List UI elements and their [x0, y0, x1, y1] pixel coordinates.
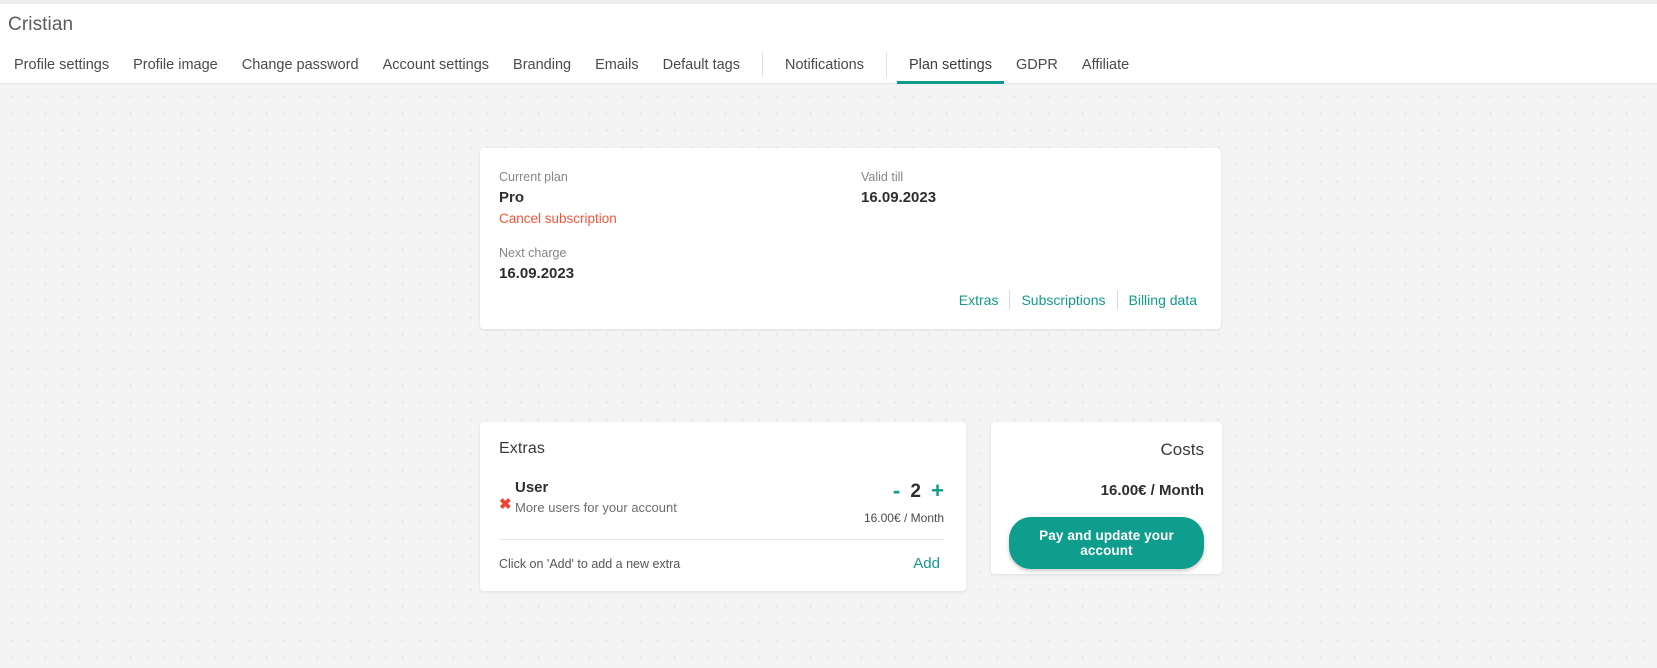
tab-default-tags[interactable]: Default tags — [651, 46, 752, 83]
extra-item-row: ✖ User More users for your account - 2 +… — [499, 478, 944, 525]
next-charge-value: 16.09.2023 — [499, 265, 575, 282]
pay-and-update-button[interactable]: Pay and update your account — [1009, 517, 1204, 569]
extra-item-controls: - 2 + 16.00€ / Month — [863, 478, 944, 526]
extra-item-texts: User More users for your account — [515, 478, 677, 517]
extra-item-description: More users for your account — [515, 500, 677, 515]
plan-actions: Extras Subscriptions Billing data — [959, 290, 1197, 309]
tab-affiliate[interactable]: Affiliate — [1070, 46, 1141, 83]
tabbar-divider-2 — [885, 52, 887, 77]
quantity-value: 2 — [910, 480, 921, 502]
tab-plan-settings[interactable]: Plan settings — [896, 46, 1005, 84]
valid-till-value: 16.09.2023 — [861, 189, 937, 206]
next-charge-block: Next charge 16.09.2023 — [499, 244, 861, 284]
plan-link-extras[interactable]: Extras — [959, 292, 1010, 308]
costs-card-title: Costs — [1160, 440, 1204, 459]
tab-account-settings[interactable]: Account settings — [371, 46, 501, 83]
extras-card-title: Extras — [499, 440, 545, 457]
plan-column-right: Valid till 16.09.2023 — [861, 168, 1197, 284]
tab-gdpr[interactable]: GDPR — [1004, 46, 1070, 83]
extras-footer: Click on 'Add' to add a new extra Add — [499, 540, 944, 572]
decrement-button[interactable]: - — [893, 480, 900, 502]
tab-notifications[interactable]: Notifications — [773, 46, 876, 83]
plan-details-grid: Current plan Pro Cancel subscription Nex… — [499, 168, 1197, 284]
tab-emails[interactable]: Emails — [583, 46, 651, 83]
tab-profile-settings[interactable]: Profile settings — [2, 46, 121, 83]
close-x-icon[interactable]: ✖ — [499, 497, 513, 512]
tabbar-divider-1 — [761, 52, 763, 77]
plan-link-subscriptions[interactable]: Subscriptions — [1010, 292, 1116, 308]
settings-tabbar: Profile settings Profile image Change pa… — [0, 46, 1657, 84]
extra-item-name: User — [515, 479, 549, 496]
cancel-subscription-link[interactable]: Cancel subscription — [499, 209, 617, 229]
main-content: Current plan Pro Cancel subscription Nex… — [0, 84, 1657, 591]
quantity-stepper: - 2 + — [864, 480, 944, 502]
tab-branding[interactable]: Branding — [501, 46, 583, 83]
costs-amount: 16.00€ / Month — [1100, 482, 1204, 499]
increment-button[interactable]: + — [931, 480, 944, 502]
page-header: Cristian Profile settings Profile image … — [0, 4, 1657, 84]
add-extra-link[interactable]: Add — [913, 555, 944, 572]
page-title: Cristian — [8, 14, 74, 35]
extras-hint-text: Click on 'Add' to add a new extra — [499, 556, 681, 571]
extra-item-price: 16.00€ / Month — [863, 511, 944, 525]
current-plan-label: Current plan — [499, 170, 568, 184]
costs-card: Costs 16.00€ / Month Pay and update your… — [991, 422, 1222, 574]
extras-card: Extras ✖ User More users for your accoun… — [480, 422, 966, 591]
plan-summary-card: Current plan Pro Cancel subscription Nex… — [480, 148, 1221, 329]
valid-till-label: Valid till — [861, 170, 904, 184]
plan-link-billing-data[interactable]: Billing data — [1118, 292, 1198, 308]
tab-profile-image[interactable]: Profile image — [121, 46, 230, 83]
plan-column-left: Current plan Pro Cancel subscription Nex… — [499, 168, 861, 284]
tab-change-password[interactable]: Change password — [230, 46, 371, 83]
current-plan-value: Pro — [499, 189, 525, 206]
next-charge-label: Next charge — [499, 246, 567, 260]
